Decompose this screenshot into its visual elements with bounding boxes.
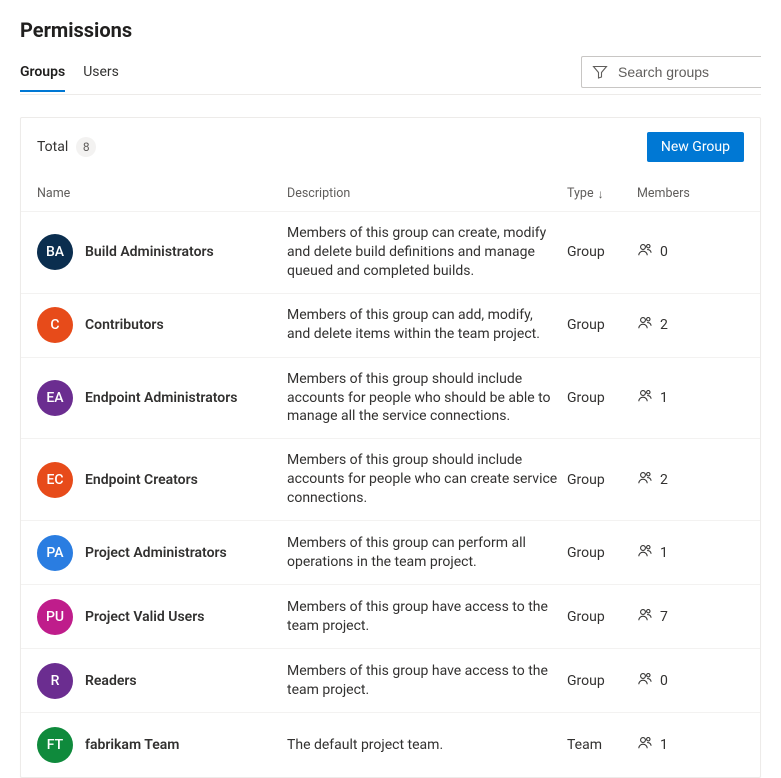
search-box[interactable] bbox=[581, 56, 761, 88]
table-row[interactable]: EC Endpoint Creators Members of this gro… bbox=[21, 439, 760, 521]
cell-type: Group bbox=[567, 545, 637, 561]
members-icon bbox=[637, 543, 653, 563]
table-row[interactable]: PA Project Administrators Members of thi… bbox=[21, 521, 760, 585]
table-row[interactable]: C Contributors Members of this group can… bbox=[21, 294, 760, 358]
cell-name: PA Project Administrators bbox=[37, 535, 287, 571]
cell-description: Members of this group can create, modify… bbox=[287, 224, 567, 281]
group-rows: BA Build Administrators Members of this … bbox=[21, 212, 760, 777]
total-count: Total 8 bbox=[37, 137, 96, 157]
cell-name: EC Endpoint Creators bbox=[37, 462, 287, 498]
cell-name: C Contributors bbox=[37, 307, 287, 343]
members-count: 1 bbox=[660, 545, 668, 561]
cell-type: Group bbox=[567, 609, 637, 625]
sort-down-icon: ↓ bbox=[598, 188, 604, 200]
cell-members: 1 bbox=[637, 388, 747, 408]
new-group-button[interactable]: New Group bbox=[647, 132, 744, 162]
group-name: Endpoint Creators bbox=[85, 472, 198, 488]
cell-name: R Readers bbox=[37, 663, 287, 699]
page-title: Permissions bbox=[20, 18, 761, 42]
cell-description: The default project team. bbox=[287, 736, 567, 755]
cell-members: 2 bbox=[637, 470, 747, 490]
tab-groups[interactable]: Groups bbox=[20, 58, 65, 92]
col-type[interactable]: Type ↓ bbox=[567, 186, 637, 201]
members-count: 1 bbox=[660, 390, 668, 406]
members-icon bbox=[637, 388, 653, 408]
members-count: 0 bbox=[660, 673, 668, 689]
members-count: 1 bbox=[660, 737, 668, 753]
cell-name: FT fabrikam Team bbox=[37, 727, 287, 763]
cell-description: Members of this group should include acc… bbox=[287, 451, 567, 508]
table-row[interactable]: R Readers Members of this group have acc… bbox=[21, 649, 760, 713]
cell-description: Members of this group should include acc… bbox=[287, 370, 567, 427]
group-name: Readers bbox=[85, 673, 137, 689]
avatar: EA bbox=[37, 380, 73, 416]
card-header: Total 8 New Group bbox=[21, 118, 760, 176]
table-row[interactable]: BA Build Administrators Members of this … bbox=[21, 212, 760, 294]
group-name: Endpoint Administrators bbox=[85, 390, 237, 406]
members-icon bbox=[637, 315, 653, 335]
cell-type: Group bbox=[567, 472, 637, 488]
groups-card: Total 8 New Group Name Description Type … bbox=[20, 117, 761, 778]
col-description[interactable]: Description bbox=[287, 186, 567, 201]
members-icon bbox=[637, 671, 653, 691]
cell-members: 0 bbox=[637, 242, 747, 262]
group-name: Project Administrators bbox=[85, 545, 227, 561]
cell-name: EA Endpoint Administrators bbox=[37, 380, 287, 416]
cell-members: 1 bbox=[637, 543, 747, 563]
table-row[interactable]: EA Endpoint Administrators Members of th… bbox=[21, 358, 760, 440]
cell-type: Group bbox=[567, 390, 637, 406]
members-count: 2 bbox=[660, 472, 668, 488]
total-badge: 8 bbox=[76, 137, 96, 157]
cell-members: 1 bbox=[637, 735, 747, 755]
group-name: Project Valid Users bbox=[85, 609, 204, 625]
list-header: Name Description Type ↓ Members bbox=[21, 176, 760, 212]
avatar: EC bbox=[37, 462, 73, 498]
cell-members: 2 bbox=[637, 315, 747, 335]
filter-icon bbox=[592, 64, 608, 80]
cell-description: Members of this group can perform all op… bbox=[287, 534, 567, 572]
avatar: BA bbox=[37, 234, 73, 270]
cell-members: 0 bbox=[637, 671, 747, 691]
col-members[interactable]: Members bbox=[637, 186, 747, 201]
col-name[interactable]: Name bbox=[37, 186, 287, 201]
cell-name: BA Build Administrators bbox=[37, 234, 287, 270]
cell-type: Group bbox=[567, 673, 637, 689]
avatar: R bbox=[37, 663, 73, 699]
avatar: PU bbox=[37, 599, 73, 635]
search-input[interactable] bbox=[616, 63, 746, 81]
group-name: Build Administrators bbox=[85, 244, 214, 260]
tab-users[interactable]: Users bbox=[83, 58, 119, 92]
cell-type: Team bbox=[567, 737, 637, 753]
members-icon bbox=[637, 735, 653, 755]
members-count: 0 bbox=[660, 244, 668, 260]
total-label: Total bbox=[37, 139, 68, 155]
avatar: PA bbox=[37, 535, 73, 571]
cell-description: Members of this group have access to the… bbox=[287, 662, 567, 700]
tabs: Groups Users bbox=[20, 58, 119, 92]
avatar: C bbox=[37, 307, 73, 343]
cell-type: Group bbox=[567, 317, 637, 333]
members-icon bbox=[637, 607, 653, 627]
cell-type: Group bbox=[567, 244, 637, 260]
group-name: Contributors bbox=[85, 317, 164, 333]
table-row[interactable]: FT fabrikam Team The default project tea… bbox=[21, 713, 760, 777]
cell-description: Members of this group have access to the… bbox=[287, 598, 567, 636]
topbar: Groups Users bbox=[20, 56, 761, 95]
cell-name: PU Project Valid Users bbox=[37, 599, 287, 635]
table-row[interactable]: PU Project Valid Users Members of this g… bbox=[21, 585, 760, 649]
members-count: 7 bbox=[660, 609, 668, 625]
members-icon bbox=[637, 470, 653, 490]
members-icon bbox=[637, 242, 653, 262]
cell-description: Members of this group can add, modify, a… bbox=[287, 306, 567, 344]
avatar: FT bbox=[37, 727, 73, 763]
members-count: 2 bbox=[660, 317, 668, 333]
cell-members: 7 bbox=[637, 607, 747, 627]
group-name: fabrikam Team bbox=[85, 737, 179, 753]
